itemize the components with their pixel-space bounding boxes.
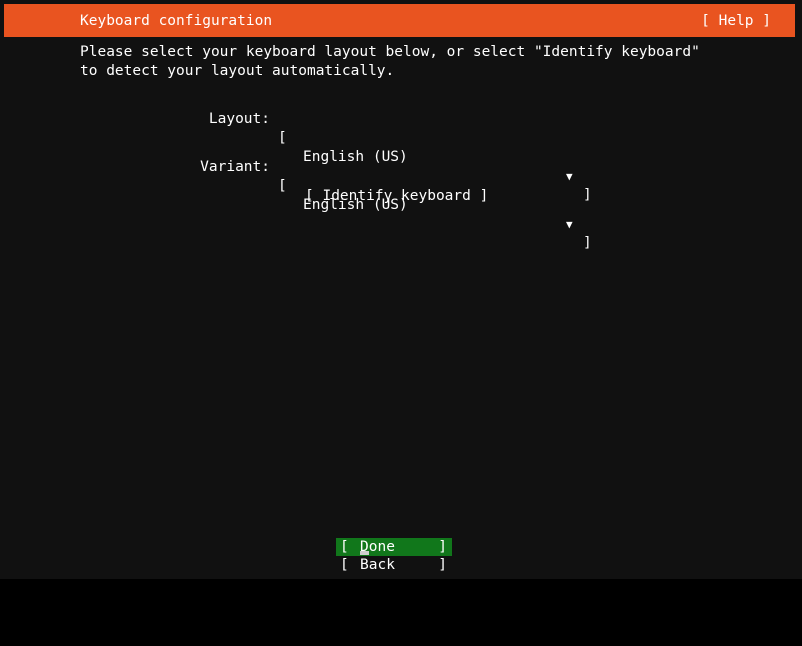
- back-bracket-close: ]: [438, 557, 447, 573]
- done-bracket-close: ]: [438, 539, 447, 555]
- variant-bracket-close: ]: [583, 235, 592, 251]
- identify-keyboard-button[interactable]: [ Identify keyboard ]: [305, 187, 488, 206]
- header-bar: Keyboard configuration [ Help ]: [4, 4, 795, 37]
- variant-bracket-open: [: [278, 178, 287, 194]
- chevron-down-icon[interactable]: ▼: [566, 167, 573, 186]
- done-button[interactable]: [ Done ]: [336, 538, 452, 556]
- back-bracket-open: [: [340, 557, 349, 573]
- footer-buttons: [ Done ] [ Back ]: [336, 538, 452, 574]
- help-button[interactable]: [ Help ]: [701, 13, 771, 29]
- layout-bracket-close: ]: [583, 187, 592, 203]
- layout-label: Layout:: [208, 111, 270, 127]
- back-button[interactable]: [ Back ]: [336, 556, 452, 574]
- page-title: Keyboard configuration: [80, 13, 273, 29]
- intro-text: Please select your keyboard layout below…: [80, 44, 709, 79]
- back-button-label: Back: [360, 557, 395, 573]
- variant-label: Variant:: [200, 159, 270, 175]
- variant-row: Variant: [ English (US) ▼ ]: [80, 139, 600, 251]
- chevron-down-icon[interactable]: ▼: [566, 215, 573, 234]
- done-bracket-open: [: [340, 539, 349, 555]
- layout-row: Layout: [ English (US) ▼ ]: [80, 91, 600, 203]
- installer-screen: Keyboard configuration [ Help ] Please s…: [0, 0, 802, 579]
- text-cursor: [360, 551, 369, 555]
